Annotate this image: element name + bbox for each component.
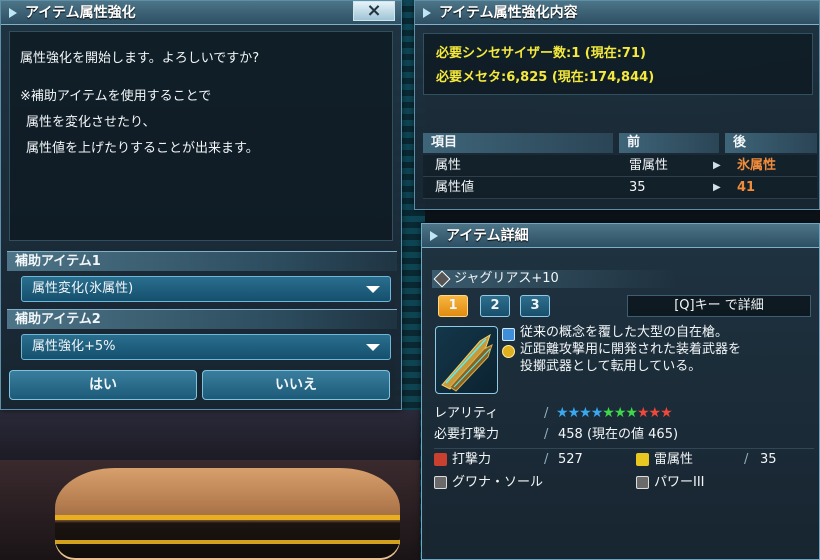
row-before: 雷属性 [629,158,669,173]
ability-1[interactable]: グワナ・ソール [452,472,543,493]
item-detail-panel: アイテム詳細 ジャグリアス+10 1 2 3 [Q]キー で詳細 従来の概念を覆… [421,223,820,560]
desc-line-3: 投擲武器として転用している。 [520,359,702,374]
separator: / [544,452,549,467]
rarity-row: レアリティ / ★★★★★★★★★★ [434,403,814,424]
support-item-2-header: 補助アイテム2 [7,309,397,329]
tab-2[interactable]: 2 [480,295,510,317]
support-item-1-select[interactable]: 属性変化(氷属性) [21,276,391,302]
separator: / [544,427,549,442]
row-after: 41 [737,180,756,195]
item-name: ジャグリアス+10 [432,270,677,288]
comparison-header: 項目 前 後 [423,133,817,155]
dialog-title: アイテム属性強化 [1,1,401,25]
star-icon: ★ [590,405,604,421]
ability-2[interactable]: パワーIII [654,472,705,493]
tab-1[interactable]: 1 [438,295,468,317]
star-icon: ★ [579,405,592,421]
info-title: アイテム属性強化内容 [415,1,819,25]
cost-box: 必要シンセサイザー数:1 (現在:71) 必要メセタ:6,825 (現在:174… [423,33,813,95]
synthesizer-cost: 必要シンセサイザー数:1 (現在:71) [436,46,646,61]
star-icon: ★ [636,405,650,421]
no-button[interactable]: いいえ [202,370,390,400]
forbidden-icon [502,345,515,358]
row-before: 35 [629,180,646,195]
comparison-table: 項目 前 後 属性 雷属性 ▶ 氷属性 属性値 35 ▶ 41 [423,133,817,199]
col-item: 項目 [423,133,613,153]
row-label: 属性値 [435,180,475,195]
detail-key-hint[interactable]: [Q]キー で詳細 [627,295,811,317]
chevron-down-icon [366,344,380,351]
star-icon: ★ [567,405,581,421]
required-row: 必要打撃力 / 458 (現在の値 465) [434,424,814,445]
tab-3[interactable]: 3 [520,295,550,317]
pedestal [55,468,400,560]
table-row: 属性値 35 ▶ 41 [423,177,817,199]
message-box: 属性強化を開始します。よろしいですか? ※補助アイテムを使用することで 属性を変… [9,31,393,241]
element-label: 雷属性 [654,452,694,467]
close-icon: × [366,0,382,21]
note-line-2: 属性を変化させたり、 [26,115,156,130]
arrow-right-icon: ▶ [713,160,721,171]
col-after: 後 [725,133,817,153]
support-item-1-value: 属性変化(氷属性) [32,281,134,296]
sword-icon [434,453,447,466]
star-icon: ★ [613,405,627,421]
star-icon: ★ [602,405,615,421]
lightning-icon [636,453,649,466]
ability-row: グワナ・ソール パワーIII [434,472,814,493]
meseta-cost: 必要メセタ:6,825 (現在:174,844) [436,70,655,85]
weapon-image [435,326,498,394]
note-line-3: 属性値を上げたりすることが出来ます。 [26,141,259,156]
chevron-down-icon [366,286,380,293]
support-item-2-select[interactable]: 属性強化+5% [21,334,391,360]
star-icon: ★ [625,405,638,421]
col-before: 前 [619,133,719,153]
note-line-1: ※補助アイテムを使用することで [20,89,212,104]
confirm-message: 属性強化を開始します。よろしいですか? [20,51,260,66]
row-label: 属性 [435,158,462,173]
ability-icon [434,476,447,489]
yes-button[interactable]: はい [9,370,197,400]
item-description: 従来の概念を覆した大型の自在槍。 近距離攻撃用に開発された装着武器を 投擲武器と… [520,324,816,375]
star-icon: ★ [648,405,662,421]
attack-row: 打撃力 / 527 雷属性 / 35 [434,448,814,469]
rarity-label: レアリティ [434,406,499,421]
star-icon: ★ [556,405,569,421]
element-enhance-dialog: アイテム属性強化 × 属性強化を開始します。よろしいですか? ※補助アイテムを使… [0,0,402,410]
element-value: 35 [760,452,777,467]
ability-icon [636,476,649,489]
pedestal-band [55,515,400,520]
close-button[interactable]: × [353,1,395,21]
required-value: 458 (現在の値 465) [558,427,679,442]
check-icon [502,328,515,341]
attack-label: 打撃力 [452,452,492,467]
arrow-right-icon: ▶ [713,182,721,193]
item-name-text: ジャグリアス+10 [454,271,559,286]
required-label: 必要打撃力 [434,427,500,442]
tag-icon [433,270,451,288]
separator: / [544,406,549,421]
pedestal-band-lower [55,540,400,544]
enhance-info-panel: アイテム属性強化内容 必要シンセサイザー数:1 (現在:71) 必要メセタ:6,… [414,0,820,210]
rarity-stars: ★★★★★★★★★★ [556,403,673,424]
row-after: 氷属性 [737,158,777,173]
desc-icons [502,328,516,362]
table-row: 属性 雷属性 ▶ 氷属性 [423,155,817,177]
separator: / [744,452,749,467]
detail-title: アイテム詳細 [422,224,819,248]
attack-value: 527 [558,452,583,467]
support-item-2-value: 属性強化+5% [32,339,116,354]
desc-line-2: 近距離攻撃用に開発された装着武器を [520,342,742,357]
star-icon: ★ [660,405,673,421]
desc-line-1: 従来の概念を覆した大型の自在槍。 [520,325,729,340]
support-item-1-header: 補助アイテム1 [7,251,397,271]
